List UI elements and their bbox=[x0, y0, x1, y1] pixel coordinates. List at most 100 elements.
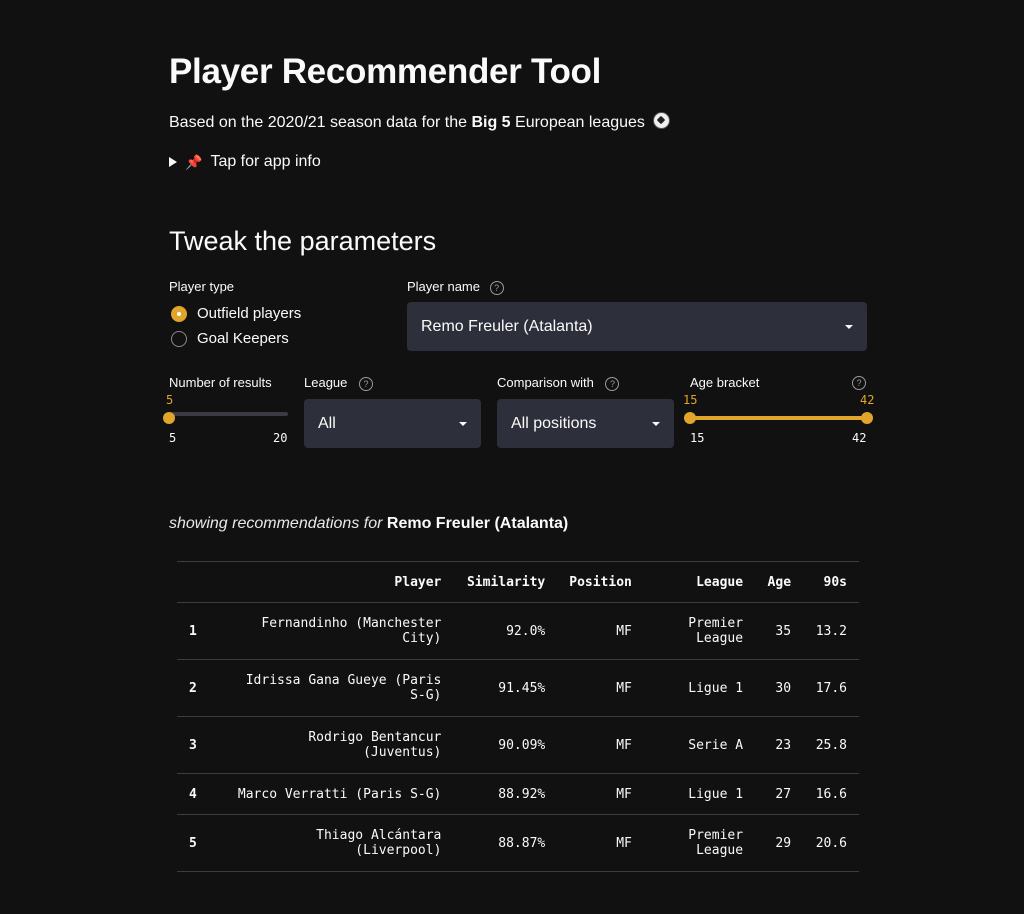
cell-player-line1: Rodrigo Bentancur bbox=[308, 730, 442, 745]
cell-league: Ligue 1 bbox=[643, 773, 756, 815]
table-header-row: Player Similarity Position League Age 90… bbox=[177, 561, 859, 603]
help-icon[interactable]: ? bbox=[489, 280, 504, 295]
player-name-label: Player name ? bbox=[407, 279, 504, 295]
subtitle-bold: Big 5 bbox=[471, 114, 511, 131]
cell-player-line2: (Juventus) bbox=[363, 745, 442, 760]
results-caption-player: Remo Freuler (Atalanta) bbox=[386, 515, 569, 532]
age-high-current: 42 bbox=[860, 393, 875, 407]
age-max: 42 bbox=[852, 431, 867, 445]
cell-player: Marco Verratti (Paris S-G) bbox=[220, 773, 454, 815]
radio-label: Goal Keepers bbox=[197, 330, 289, 347]
cell-player-line2: S-G) bbox=[410, 688, 442, 703]
col-header-player[interactable]: Player bbox=[220, 561, 454, 603]
chevron-down-icon bbox=[459, 421, 467, 426]
num-results-label: Number of results bbox=[169, 375, 272, 390]
cell-position: MF bbox=[557, 773, 644, 815]
chevron-down-icon bbox=[845, 324, 853, 329]
cell-player: Fernandinho (Manchester City) bbox=[220, 602, 454, 660]
cell-player-line2: (Liverpool) bbox=[355, 843, 442, 858]
cell-league: Ligue 1 bbox=[643, 659, 756, 717]
radio-unselected-icon bbox=[171, 330, 187, 347]
cell-rank: 5 bbox=[177, 814, 221, 872]
radio-outfield-players[interactable]: Outfield players bbox=[171, 305, 301, 322]
app-info-expander[interactable]: 📌 Tap for app info bbox=[169, 153, 321, 171]
soccer-ball-icon bbox=[653, 112, 671, 129]
expand-triangle-icon bbox=[169, 157, 177, 167]
results-caption: showing recommendations for Remo Freuler… bbox=[169, 515, 568, 533]
player-name-label-text: Player name bbox=[407, 279, 480, 294]
league-label-text: League bbox=[304, 375, 348, 390]
cell-age: 23 bbox=[755, 716, 804, 774]
cell-similarity: 90.09% bbox=[453, 716, 558, 774]
slider-track bbox=[163, 412, 288, 424]
table-row: 2 Idrissa Gana Gueye (Paris S-G) 91.45% M… bbox=[177, 659, 859, 717]
radio-goal-keepers[interactable]: Goal Keepers bbox=[171, 330, 289, 347]
results-table: Player Similarity Position League Age 90… bbox=[177, 561, 859, 872]
num-results-current: 5 bbox=[166, 393, 174, 407]
col-header-position[interactable]: Position bbox=[557, 561, 644, 603]
age-bracket-label: Age bracket bbox=[690, 375, 760, 390]
col-header-90s[interactable]: 90s bbox=[803, 561, 859, 603]
chevron-down-icon bbox=[652, 421, 660, 426]
col-header-league[interactable]: League bbox=[643, 561, 756, 603]
cell-league-line2: League bbox=[696, 843, 744, 858]
col-header-rank bbox=[177, 561, 221, 603]
cell-rank: 2 bbox=[177, 659, 221, 717]
results-caption-text: showing recommendations for bbox=[169, 515, 383, 532]
cell-player-line1: Idrissa Gana Gueye (Paris bbox=[245, 673, 442, 688]
col-header-similarity[interactable]: Similarity bbox=[453, 561, 558, 603]
slider-thumb[interactable] bbox=[163, 412, 175, 424]
table-row: 1 Fernandinho (Manchester City) 92.0% MF … bbox=[177, 602, 859, 660]
cell-similarity: 88.92% bbox=[453, 773, 558, 815]
radio-selected-icon bbox=[171, 305, 187, 322]
cell-similarity: 92.0% bbox=[453, 602, 558, 660]
player-type-label: Player type bbox=[169, 279, 235, 294]
help-icon[interactable]: ? bbox=[359, 376, 374, 391]
table-row: 3 Rodrigo Bentancur (Juventus) 90.09% MF … bbox=[177, 716, 859, 774]
player-name-value: Remo Freuler (Atalanta) bbox=[421, 317, 593, 335]
pushpin-icon: 📌 bbox=[185, 153, 203, 170]
cell-player-line1: Fernandinho (Manchester bbox=[261, 616, 442, 631]
help-icon[interactable]: ? bbox=[605, 376, 620, 391]
cell-age: 35 bbox=[755, 602, 804, 660]
cell-league-line1: Premier bbox=[688, 828, 744, 843]
cell-player-line1: Marco Verratti (Paris S-G) bbox=[237, 786, 442, 802]
league-value: All bbox=[318, 414, 336, 432]
cell-rank: 4 bbox=[177, 773, 221, 815]
slider-thumb-high[interactable] bbox=[861, 412, 873, 424]
cell-player: Idrissa Gana Gueye (Paris S-G) bbox=[220, 659, 454, 717]
cell-league-line1: Ligue 1 bbox=[688, 786, 744, 802]
cell-90s: 17.6 bbox=[803, 659, 859, 717]
slider-thumb-low[interactable] bbox=[684, 412, 696, 424]
comparison-label-text: Comparison with bbox=[497, 375, 594, 390]
cell-90s: 16.6 bbox=[803, 773, 859, 815]
num-results-min: 5 bbox=[169, 431, 177, 445]
col-header-age[interactable]: Age bbox=[755, 561, 804, 603]
cell-similarity: 88.87% bbox=[453, 814, 558, 872]
comparison-select[interactable]: All positions bbox=[497, 399, 674, 448]
cell-league-line1: Ligue 1 bbox=[688, 680, 744, 696]
table-row: 5 Thiago Alcántara (Liverpool) 88.87% MF … bbox=[177, 814, 859, 872]
cell-age: 30 bbox=[755, 659, 804, 717]
subtitle-text: Based on the 2020/21 season data for the bbox=[169, 114, 472, 131]
num-results-max: 20 bbox=[273, 431, 288, 445]
cell-position: MF bbox=[557, 814, 644, 872]
cell-player: Thiago Alcántara (Liverpool) bbox=[220, 814, 454, 872]
comparison-label: Comparison with ? bbox=[497, 375, 620, 391]
league-label: League ? bbox=[304, 375, 374, 391]
player-name-select[interactable]: Remo Freuler (Atalanta) bbox=[407, 302, 867, 351]
cell-league-line1: Serie A bbox=[688, 737, 744, 753]
league-select[interactable]: All bbox=[304, 399, 481, 448]
slider-track-filled bbox=[684, 412, 873, 424]
age-min: 15 bbox=[690, 431, 705, 445]
age-range-slider[interactable] bbox=[684, 412, 873, 424]
cell-90s: 13.2 bbox=[803, 602, 859, 660]
comparison-value: All positions bbox=[511, 414, 597, 432]
cell-league-line1: Premier bbox=[688, 616, 744, 631]
cell-position: MF bbox=[557, 716, 644, 774]
section-heading: Tweak the parameters bbox=[169, 226, 437, 256]
help-icon[interactable]: ? bbox=[852, 376, 866, 390]
cell-player: Rodrigo Bentancur (Juventus) bbox=[220, 716, 454, 774]
expander-label: Tap for app info bbox=[210, 153, 321, 170]
radio-label: Outfield players bbox=[197, 305, 302, 322]
